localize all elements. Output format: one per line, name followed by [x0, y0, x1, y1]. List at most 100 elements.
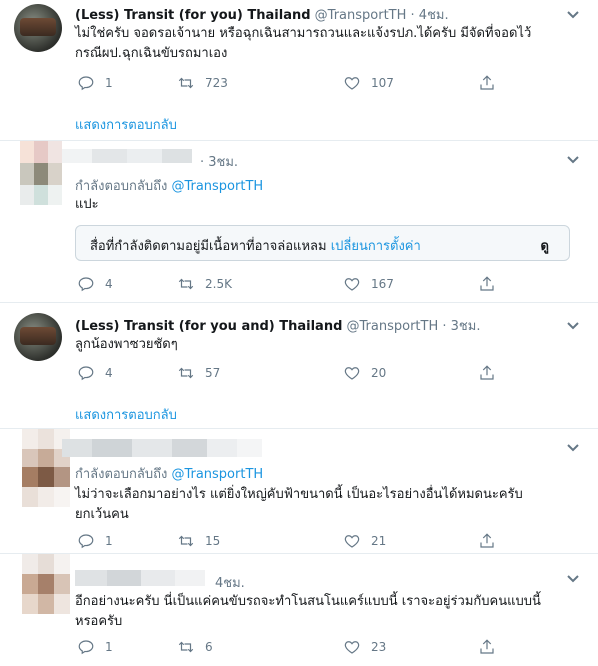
retweet-count: 2.5K — [205, 277, 232, 291]
like-count: 23 — [371, 640, 387, 654]
tweet-text: อีกอย่างนะครับ นี่เป็นแค่คนขับรถจะทำโนสน… — [75, 592, 541, 632]
reply-count: 1 — [105, 640, 113, 654]
reply-button[interactable]: 4 — [77, 364, 113, 382]
tweet-header: (Less) Transit (for you) Thailand @Trans… — [75, 4, 449, 25]
display-name[interactable]: (Less) Transit (for you) Thailand — [75, 8, 311, 23]
text-line: ไม่ว่าจะเลือกมาอย่างไร แต่ยิ่งใหญ่คับฟ้า… — [75, 487, 523, 502]
reply-button[interactable]: 1 — [77, 638, 113, 656]
share-icon — [480, 639, 494, 654]
like-icon — [344, 367, 360, 380]
like-count: 107 — [371, 76, 394, 90]
tweet-text: ไม่ใช่ครับ จอดรอเจ้านาย หรือฉุกเฉินสามาร… — [75, 24, 531, 64]
timestamp[interactable]: 4ชม. — [215, 572, 245, 593]
reply-icon — [78, 534, 94, 549]
share-icon — [480, 276, 494, 291]
text-line: ยกเว้นคน — [75, 507, 129, 522]
tweet-actions: 4 2.5K 167 — [75, 275, 515, 295]
tweet-actions: 1 723 107 — [75, 74, 515, 94]
chevron-down-icon[interactable] — [566, 10, 580, 20]
like-button[interactable]: 20 — [343, 364, 386, 382]
replying-to: กำลังตอบกลับถึง @TransportTH — [75, 463, 263, 484]
share-icon — [480, 75, 494, 90]
retweet-icon — [178, 641, 194, 653]
tweet-4[interactable]: กำลังตอบกลับถึง @TransportTH ไม่ว่าจะเลื… — [0, 429, 598, 553]
timestamp[interactable]: · 3ชม. — [200, 151, 238, 172]
avatar[interactable] — [14, 313, 62, 361]
change-settings-link[interactable]: เปลี่ยนการตั้งค่า — [331, 239, 421, 254]
like-icon — [344, 77, 360, 90]
view-button[interactable]: ดู — [541, 235, 549, 256]
timestamp[interactable]: · 3ชม. — [442, 319, 480, 334]
retweet-icon — [178, 535, 194, 547]
like-count: 167 — [371, 277, 394, 291]
show-replies-link[interactable]: แสดงการตอบกลับ — [75, 114, 177, 135]
share-icon — [480, 533, 494, 548]
chevron-down-icon[interactable] — [566, 321, 580, 331]
reply-icon — [78, 277, 94, 292]
text-line: อีกอย่างนะครับ นี่เป็นแค่คนขับรถจะทำโนสน… — [75, 594, 541, 609]
retweet-count: 15 — [205, 534, 221, 548]
reply-button[interactable]: 4 — [77, 275, 113, 293]
like-button[interactable]: 23 — [343, 638, 386, 656]
replying-to-link[interactable]: @TransportTH — [171, 179, 263, 194]
share-button[interactable] — [478, 364, 506, 382]
share-button[interactable] — [478, 74, 506, 92]
reply-button[interactable]: 1 — [77, 74, 113, 92]
name-redacted — [75, 570, 205, 586]
reply-icon — [78, 366, 94, 381]
tweet-text: แปะ — [75, 197, 99, 212]
retweet-button[interactable]: 57 — [177, 364, 220, 382]
retweet-count: 57 — [205, 366, 221, 380]
timestamp[interactable]: · 4ชม. — [411, 8, 449, 23]
retweet-button[interactable]: 6 — [177, 638, 213, 656]
like-button[interactable]: 21 — [343, 532, 386, 550]
tweet-2[interactable]: · 3ชม. กำลังตอบกลับถึง @TransportTH แปะ … — [0, 141, 598, 302]
avatar[interactable] — [22, 554, 70, 614]
reply-count: 4 — [105, 277, 113, 291]
reply-count: 4 — [105, 366, 113, 380]
retweet-count: 723 — [205, 76, 228, 90]
like-count: 21 — [371, 534, 387, 548]
chevron-down-icon[interactable] — [566, 443, 580, 453]
text-line: กรณีผป.ฉุกเฉินขับรถมาเอง — [75, 46, 228, 61]
like-icon — [344, 535, 360, 548]
text-line: หรอครับ — [75, 614, 123, 629]
retweet-button[interactable]: 2.5K — [177, 275, 232, 293]
like-count: 20 — [371, 366, 387, 380]
like-icon — [344, 641, 360, 654]
tweet-header: (Less) Transit (for you and) Thailand @T… — [75, 315, 480, 336]
tweet-text: ลูกน้องพาซวยชัดๆ — [75, 337, 178, 352]
replying-to-link[interactable]: @TransportTH — [171, 467, 263, 482]
name-redacted — [62, 149, 192, 163]
notice-text: สื่อที่กำลังติดตามอยู่มีเนื้อหาที่อาจล่อ… — [90, 235, 421, 256]
handle[interactable]: @TransportTH — [347, 319, 439, 334]
like-icon — [344, 278, 360, 291]
replying-to: กำลังตอบกลับถึง @TransportTH — [75, 175, 263, 196]
share-button[interactable] — [478, 532, 506, 550]
handle[interactable]: @TransportTH — [315, 8, 407, 23]
like-button[interactable]: 167 — [343, 275, 394, 293]
retweet-button[interactable]: 723 — [177, 74, 228, 92]
tweet-5[interactable]: 4ชม. อีกอย่างนะครับ นี่เป็นแค่คนขับรถจะท… — [0, 554, 598, 666]
avatar[interactable] — [20, 141, 62, 216]
display-name[interactable]: (Less) Transit (for you and) Thailand — [75, 319, 342, 334]
share-button[interactable] — [478, 638, 506, 656]
reply-button[interactable]: 1 — [77, 532, 113, 550]
avatar[interactable] — [14, 4, 62, 52]
show-replies-link[interactable]: แสดงการตอบกลับ — [75, 404, 177, 425]
text-line: ไม่ใช่ครับ จอดรอเจ้านาย หรือฉุกเฉินสามาร… — [75, 26, 532, 41]
chevron-down-icon[interactable] — [566, 574, 580, 584]
reply-icon — [78, 76, 94, 91]
retweet-icon — [178, 77, 194, 89]
notice-message: สื่อที่กำลังติดตามอยู่มีเนื้อหาที่อาจล่อ… — [90, 239, 327, 254]
share-button[interactable] — [478, 275, 506, 293]
name-redacted — [62, 439, 262, 457]
chevron-down-icon[interactable] — [566, 155, 580, 165]
tweet-actions: 1 6 23 — [75, 638, 515, 658]
share-icon — [480, 365, 494, 380]
like-button[interactable]: 107 — [343, 74, 394, 92]
tweet-3[interactable]: (Less) Transit (for you and) Thailand @T… — [0, 303, 598, 428]
retweet-button[interactable]: 15 — [177, 532, 220, 550]
tweet-1[interactable]: (Less) Transit (for you) Thailand @Trans… — [0, 0, 598, 140]
tweet-text: ไม่ว่าจะเลือกมาอย่างไร แต่ยิ่งใหญ่คับฟ้า… — [75, 485, 523, 525]
